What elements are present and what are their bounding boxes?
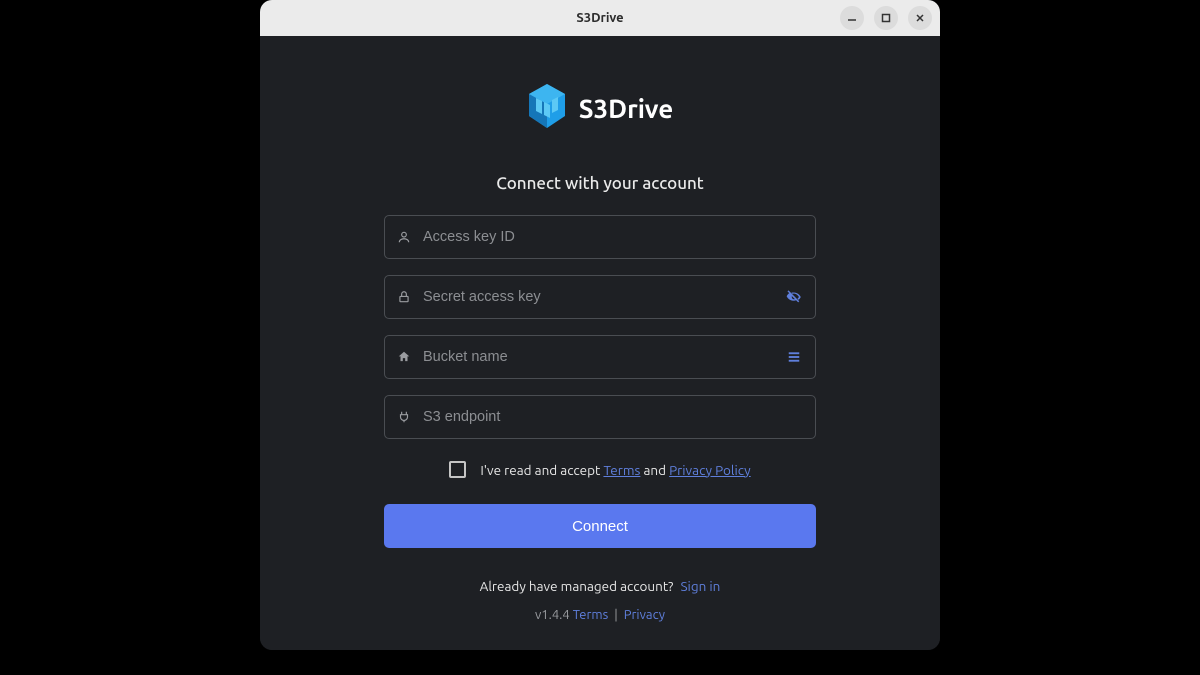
user-icon: [397, 230, 411, 244]
window-title: S3Drive: [576, 11, 623, 25]
app-logo-icon: [527, 84, 567, 132]
sign-in-link[interactable]: Sign in: [680, 578, 720, 594]
titlebar: S3Drive: [260, 0, 940, 36]
endpoint-input[interactable]: [423, 409, 803, 425]
app-window: S3Drive: [260, 0, 940, 650]
bucket-name-field[interactable]: [384, 335, 816, 379]
window-controls: [840, 6, 932, 30]
access-key-input[interactable]: [423, 229, 803, 245]
close-button[interactable]: [908, 6, 932, 30]
connect-button[interactable]: Connect: [384, 504, 816, 548]
app-name: S3Drive: [579, 94, 674, 123]
version-label: v1.4.4: [535, 608, 570, 622]
bucket-name-input[interactable]: [423, 349, 785, 365]
consent-row: I've read and accept Terms and Privacy P…: [384, 461, 816, 478]
visibility-off-icon[interactable]: [785, 288, 803, 306]
footer: v1.4.4 Terms | Privacy: [535, 608, 665, 622]
terms-link[interactable]: Terms: [603, 462, 640, 478]
footer-terms-link[interactable]: Terms: [573, 608, 609, 622]
lock-icon: [397, 290, 411, 304]
content: S3Drive Connect with your account: [260, 36, 940, 650]
consent-text: I've read and accept Terms and Privacy P…: [480, 462, 750, 478]
logo-row: S3Drive: [527, 84, 674, 132]
form-heading: Connect with your account: [496, 174, 704, 193]
footer-privacy-link[interactable]: Privacy: [624, 608, 665, 622]
already-have-account: Already have managed account? Sign in: [480, 578, 721, 594]
maximize-button[interactable]: [874, 6, 898, 30]
minimize-button[interactable]: [840, 6, 864, 30]
home-icon: [397, 350, 411, 364]
access-key-field[interactable]: [384, 215, 816, 259]
plug-icon: [397, 410, 411, 424]
endpoint-field[interactable]: [384, 395, 816, 439]
privacy-policy-link[interactable]: Privacy Policy: [669, 462, 751, 478]
list-icon[interactable]: [785, 348, 803, 366]
secret-key-field[interactable]: [384, 275, 816, 319]
connection-form: I've read and accept Terms and Privacy P…: [384, 215, 816, 548]
consent-checkbox[interactable]: [449, 461, 466, 478]
secret-key-input[interactable]: [423, 289, 785, 305]
